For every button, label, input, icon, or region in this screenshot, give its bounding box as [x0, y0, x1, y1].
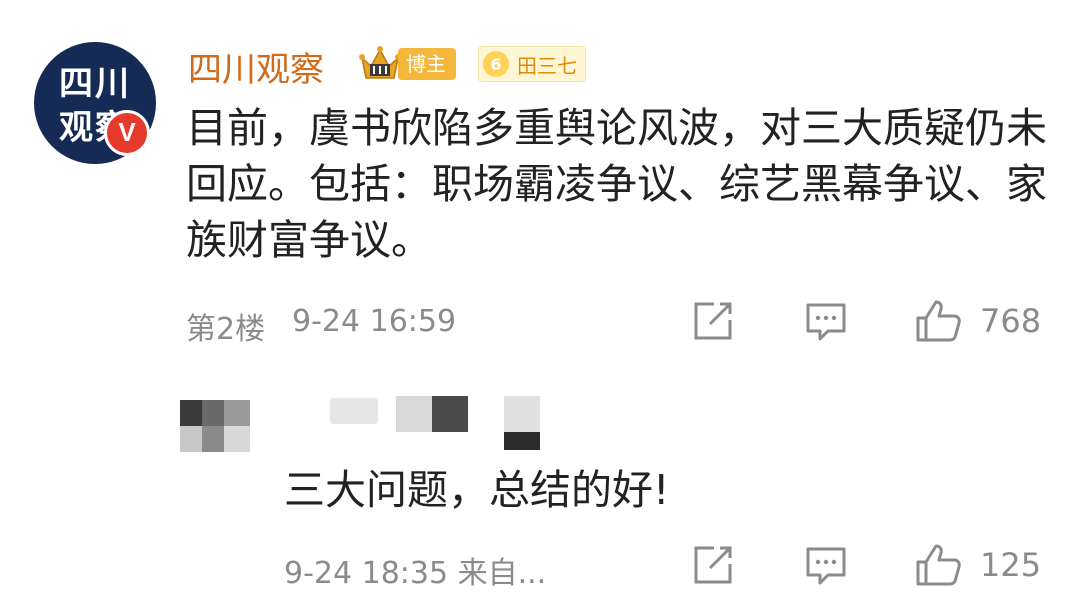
- comment-content: 目前，虞书欣陷多重舆论风波，对三大质疑仍未回应。包括：职场霸凌争议、综艺黑幕争议…: [186, 104, 1047, 264]
- badge-blurred: [396, 396, 432, 432]
- blogger-badge[interactable]: 博主: [398, 48, 456, 80]
- share-icon[interactable]: [690, 300, 734, 344]
- fan-level-badge[interactable]: 6 田三七: [478, 46, 586, 82]
- reply-timestamp: 9-24 18:35 来自...: [284, 556, 547, 591]
- like-icon[interactable]: [914, 298, 962, 344]
- badge-blurred: [432, 396, 468, 432]
- reply-comment-icon[interactable]: [804, 544, 848, 588]
- crown-icon: [358, 44, 402, 88]
- reply-content: 三大问题，总结的好!: [284, 466, 670, 514]
- fan-name: 田三七: [517, 53, 577, 78]
- fan-level-number: 6: [483, 51, 509, 77]
- username-blurred: [330, 398, 378, 424]
- avatar-text-line1: 四川: [59, 64, 131, 104]
- fan-level-icon: 6: [479, 47, 513, 81]
- reply-avatar[interactable]: [180, 388, 252, 460]
- comment-icon[interactable]: [804, 300, 848, 344]
- username[interactable]: 四川观察: [188, 42, 324, 91]
- reply-share-icon[interactable]: [690, 544, 734, 588]
- verified-badge-icon: V: [104, 110, 150, 156]
- reply-like-count: 125: [980, 546, 1042, 584]
- badge-blurred: [504, 396, 540, 432]
- like-count: 768: [980, 302, 1042, 340]
- floor-number: 第2楼: [186, 312, 266, 347]
- reply-like-icon[interactable]: [914, 542, 962, 588]
- comment-timestamp: 9-24 16:59: [292, 304, 457, 339]
- badge-blurred: [504, 432, 540, 450]
